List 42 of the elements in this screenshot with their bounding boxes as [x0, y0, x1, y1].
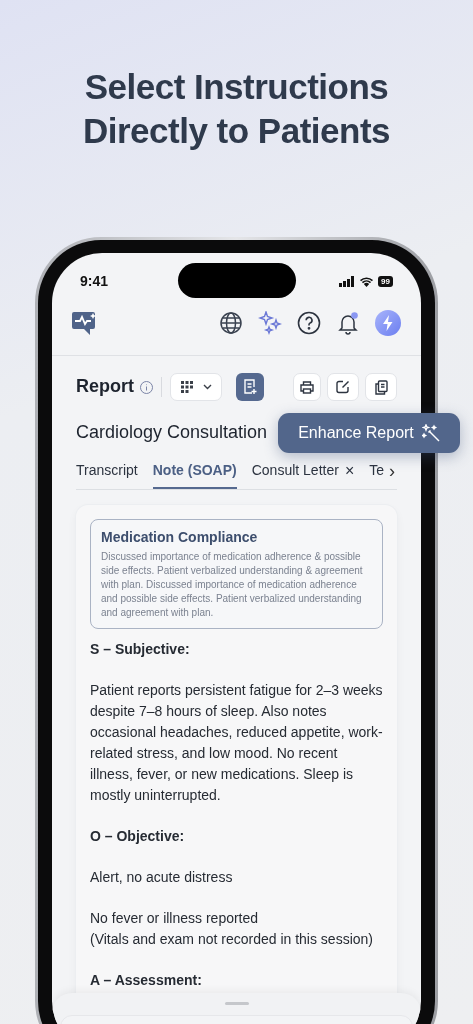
printer-icon — [300, 380, 314, 394]
section-heading: A – Assessment: — [90, 971, 203, 990]
report-title: Report — [76, 376, 134, 398]
print-button[interactable] — [293, 373, 321, 401]
tab[interactable]: Consult Letter × — [251, 454, 355, 489]
copy-icon — [374, 379, 388, 395]
help-icon[interactable] — [297, 311, 321, 335]
globe-icon[interactable] — [219, 311, 243, 335]
consultation-title: Cardiology Consultation — [76, 421, 268, 444]
lightning-icon[interactable] — [375, 310, 401, 336]
chevron-down-icon — [202, 384, 212, 390]
notification-icon[interactable] — [336, 311, 360, 335]
note-paragraph: Patient reports persistent fatigue for 2–3 weeks despite 7–8 hours of sleep. Also notes occasional headaches, reduced appetite, work-related stress, and low mood. No recent illness, fever, or new medications. Sleep is mostly uninterrupted. — [90, 681, 383, 805]
callout-text: Discussed importance of medication adherence & possible side effects. Patient verbalized understanding & agreement with plan. Discussed importance of medication adherence and possible side effects. Patient verbalized understanding and agreement with plan. — [101, 550, 364, 620]
note-line: No fever or illness reported — [90, 909, 260, 928]
add-note-button[interactable] — [236, 373, 264, 401]
edit-button[interactable] — [327, 373, 359, 401]
edit-icon — [336, 380, 350, 394]
sparkles-icon[interactable] — [258, 311, 282, 335]
enhance-report-button[interactable]: Enhance Report — [278, 413, 460, 453]
tab[interactable]: Transcript — [76, 454, 138, 489]
signal-icon — [339, 275, 356, 287]
wifi-icon — [359, 275, 375, 287]
magic-wand-icon — [421, 424, 440, 442]
tab[interactable]: Note (SOAP) — [152, 454, 237, 489]
section-heading: O – Objective: — [90, 827, 186, 846]
note-line: (Vitals and exam not recorded in this session) — [90, 930, 374, 949]
info-icon[interactable] — [140, 380, 153, 394]
headline: Select Instructions Directly to Patients — [81, 66, 391, 152]
layout-dropdown[interactable] — [170, 373, 222, 401]
section-heading: S – Subjective: — [90, 640, 191, 659]
tab[interactable]: Te — [369, 454, 385, 489]
copy-button[interactable] — [365, 373, 397, 401]
sheet-handle[interactable] — [224, 1002, 249, 1005]
note-paragraph: Alert, no acute distress — [90, 868, 234, 887]
add-document-icon — [243, 379, 257, 395]
close-tab-icon[interactable]: × — [344, 458, 355, 483]
callout-title: Medication Compliance — [101, 528, 259, 547]
status-time: 9:41 — [80, 271, 109, 291]
logo-icon — [72, 310, 98, 336]
battery-level: 99 — [378, 275, 393, 287]
grid-icon — [180, 381, 193, 393]
